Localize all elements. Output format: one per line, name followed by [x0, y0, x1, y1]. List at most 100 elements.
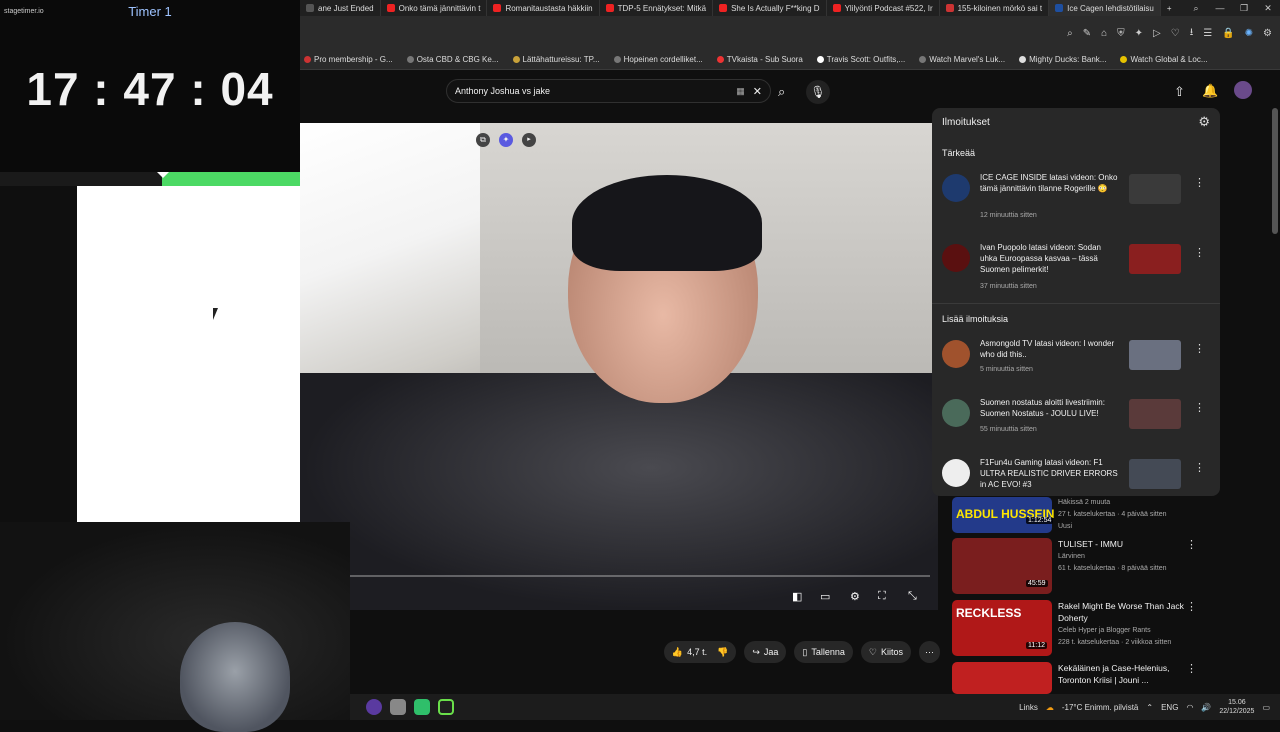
bookmark-item[interactable]: Mighty Ducks: Bank... [1019, 55, 1106, 64]
app-icon[interactable] [438, 699, 454, 715]
menu-icon[interactable]: ☰ [1203, 28, 1212, 39]
video-title[interactable]: TULISET - IMMU [1058, 538, 1198, 550]
bookmark-item[interactable]: Watch Global & Loc... [1120, 55, 1208, 64]
more-options-icon[interactable]: ⋮ [1194, 461, 1205, 474]
favorites-icon[interactable]: ♡ [1171, 28, 1180, 39]
timer-clock: 17 : 47 : 04 [26, 63, 274, 115]
bookmark-favicon-icon [613, 56, 621, 63]
camera-icon[interactable]: ▸ [522, 133, 536, 147]
notification-item[interactable]: Ivan Puopolo latasi videon: Sodan uhka E… [932, 242, 1220, 302]
more-options-icon[interactable]: ⋮ [1194, 401, 1205, 414]
notification-center-icon[interactable]: ▭ [1262, 703, 1270, 712]
bookmark-item[interactable]: Hopeinen cordelliket... [613, 55, 703, 64]
video-title[interactable]: Kekäläinen ja Case-Helenius, Toronton Kr… [1058, 662, 1198, 686]
app-icon[interactable] [414, 699, 430, 715]
like-button[interactable]: 👍 4,7 t. 👎 [663, 641, 737, 663]
search-icon[interactable]: ⌕ [778, 84, 785, 100]
lock-icon[interactable]: 🔒 [1222, 28, 1234, 39]
thumbs-down-icon[interactable]: 👎 [717, 647, 728, 658]
bookmark-item[interactable]: Travis Scott: Outfits,... [816, 55, 905, 64]
language-indicator[interactable]: ENG [1161, 703, 1178, 712]
more-options-icon[interactable]: ⋮ [1194, 342, 1205, 355]
extension-icon[interactable]: ✦ [1135, 28, 1143, 39]
fullscreen-icon[interactable]: ⤡ [908, 590, 917, 603]
browser-tab[interactable]: Onko tämä jännittävin t [381, 0, 488, 16]
theater-mode-icon[interactable]: ⛶ [878, 590, 886, 603]
bookmark-item[interactable]: Pro membership - G... [304, 55, 393, 64]
video-meta: 228 t. katselukertaa · 2 viikkoa sitten [1058, 639, 1172, 646]
more-options-icon[interactable]: ⋮ [1186, 600, 1197, 613]
youtube-icon [832, 4, 841, 12]
thanks-button[interactable]: ♡ Kiitos [860, 641, 911, 663]
pip-icon[interactable]: ⧉ [476, 133, 490, 147]
search-tabs-icon[interactable]: ⌕ [1184, 0, 1208, 16]
autoplay-toggle-icon[interactable]: ◧ [792, 590, 802, 603]
video-thumbnail[interactable] [952, 662, 1052, 694]
bookmark-item[interactable]: TVkaista - Sub Suora [716, 55, 803, 64]
page-scrollbar[interactable] [1272, 108, 1278, 234]
share-button[interactable]: ↪ Jaa [744, 641, 787, 663]
recommendation-item[interactable]: 45:59 TULISET - IMMU Lärvinen 61 t. kats… [950, 538, 1240, 598]
more-options-icon[interactable]: ⋮ [1194, 246, 1205, 259]
weather-text[interactable]: -17°C Enimm. pilvistä [1062, 703, 1139, 712]
bookmark-item[interactable]: Watch Marvel's Luk... [919, 55, 1005, 64]
app-icon[interactable] [366, 699, 382, 715]
settings-gear-icon[interactable]: ⚙ [850, 590, 860, 603]
notification-item[interactable]: F1Fun4u Gaming latasi videon: F1 ULTRA R… [932, 457, 1220, 496]
search-box[interactable]: ▦ ✕ [446, 79, 771, 103]
notifications-bell-icon[interactable]: 🔔 [1202, 83, 1218, 99]
tray-overflow-icon[interactable]: ⌃ [1146, 703, 1153, 712]
notification-item[interactable]: ICE CAGE INSIDE latasi videon: Onko tämä… [932, 172, 1220, 232]
browser-tab[interactable]: She Is Actually F**king D [713, 0, 827, 16]
save-button[interactable]: ▯ Tallenna [794, 641, 853, 663]
links-toolbar[interactable]: Links [1019, 703, 1038, 712]
notification-settings-icon[interactable]: ⚙ [1198, 114, 1210, 130]
clear-search-icon[interactable]: ✕ [753, 85, 762, 98]
zoom-icon[interactable]: ⌕ [1067, 28, 1073, 39]
clock[interactable]: 15.06 22/12/2025 [1219, 698, 1254, 716]
more-actions-button[interactable]: ⋯ [919, 641, 940, 663]
recommendation-item[interactable]: RECKLESS 11:12 Rakel Might Be Worse Than… [950, 600, 1240, 660]
new-tab-button[interactable]: + [1161, 0, 1178, 16]
minimize-icon[interactable]: — [1208, 0, 1232, 16]
upload-icon[interactable]: ⇧ [1174, 84, 1185, 100]
settings-icon[interactable]: ⚙ [1263, 28, 1272, 39]
ai-tool-icon[interactable]: ✦ [499, 133, 513, 147]
video-player[interactable]: ⧉ ✦ ▸ ◧ ▭ ⚙ ⛶ ⤡ [300, 123, 938, 610]
bookmark-icon: ▯ [802, 646, 808, 657]
browser-tab[interactable]: ane Just Ended [300, 0, 381, 16]
home-icon[interactable]: ⌂ [1101, 28, 1107, 39]
video-title[interactable]: Rakel Might Be Worse Than Jack Doherty [1058, 600, 1198, 624]
app-icon[interactable] [390, 699, 406, 715]
close-icon[interactable]: ✕ [1256, 0, 1280, 16]
browser-tab[interactable]: TDP-5 Ennätykset: Mitkä [600, 0, 714, 16]
subtitles-icon[interactable]: ▭ [820, 590, 830, 603]
browser-tab[interactable]: 155-kiloinen mörkö sai t [940, 0, 1050, 16]
video-progress-bar[interactable] [300, 575, 930, 577]
more-options-icon[interactable]: ⋮ [1186, 662, 1197, 675]
copilot-icon[interactable]: ✺ [1245, 28, 1253, 39]
browser-tab[interactable]: Romanitaustasta häkkiin [487, 0, 600, 16]
search-input[interactable] [455, 86, 737, 96]
maximize-icon[interactable]: ❐ [1232, 0, 1256, 16]
timer-progress-fill [162, 172, 300, 186]
more-options-icon[interactable]: ⋮ [1194, 176, 1205, 189]
notification-text: F1Fun4u Gaming latasi videon: F1 ULTRA R… [980, 458, 1118, 489]
microphone-icon[interactable]: 🎙 [806, 80, 830, 104]
forward-icon[interactable]: ▷ [1153, 28, 1161, 39]
edit-icon[interactable]: ✎ [1083, 28, 1091, 39]
browser-tab-active[interactable]: Ice Cagen lehdistötilaisu [1049, 0, 1161, 16]
more-icon: ⋯ [925, 646, 934, 657]
volume-icon[interactable]: 🔊 [1201, 703, 1211, 712]
network-icon[interactable]: ◠ [1186, 703, 1193, 712]
more-options-icon[interactable]: ⋮ [1186, 538, 1197, 551]
browser-tab[interactable]: Ylilyönti Podcast #522, Ir [827, 0, 940, 16]
shield-icon[interactable]: ⛨ [1117, 28, 1125, 39]
bookmark-item[interactable]: Lättähattureissu: TP... [512, 55, 600, 64]
avatar[interactable] [1234, 81, 1252, 99]
bookmark-item[interactable]: Osta CBD & CBG Ke... [406, 55, 499, 64]
keyboard-icon[interactable]: ▦ [736, 86, 745, 97]
download-icon[interactable]: ⭳ [1190, 25, 1194, 42]
notification-item[interactable]: Suomen nostatus aloitti livestriimin: Su… [932, 397, 1220, 457]
notification-item[interactable]: Asmongold TV latasi videon: I wonder who… [932, 338, 1220, 398]
